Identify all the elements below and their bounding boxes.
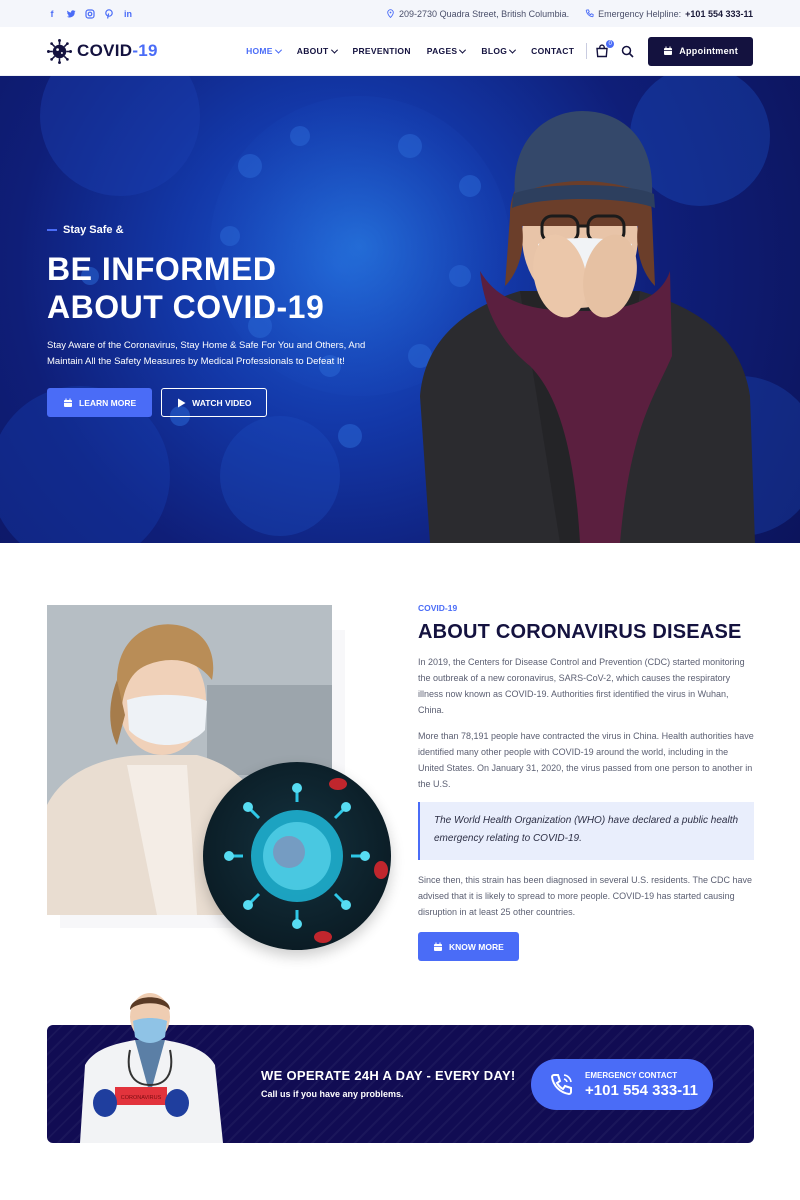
logo-text: COVID: [77, 41, 133, 60]
virus-circle-image: [203, 762, 391, 950]
phone-icon: [585, 9, 594, 18]
nav-item-blog[interactable]: BLOG: [481, 46, 517, 56]
phone-call-icon: [550, 1073, 572, 1095]
nav-item-about[interactable]: ABOUT: [297, 46, 338, 56]
nav-menu: HOME ABOUT PREVENTION PAGES BLOG CONTACT: [246, 46, 574, 56]
contact-info: 209-2730 Quadra Street, British Columbia…: [386, 9, 753, 19]
location-pin-icon: [387, 9, 394, 18]
chevron-down-icon: [509, 46, 517, 54]
cart-button[interactable]: 0: [595, 40, 615, 58]
appointment-button[interactable]: Appointment: [648, 36, 753, 66]
hero-kicker: Stay Safe &: [47, 224, 407, 236]
cart-count-badge: 0: [606, 40, 615, 48]
twitter-icon[interactable]: [66, 9, 76, 19]
sign-text: CORONAVIRUS: [121, 1095, 162, 1101]
kicker-dash: [47, 229, 57, 231]
instagram-icon[interactable]: [85, 8, 95, 19]
about-quote: The World Health Organization (WHO) have…: [418, 802, 754, 860]
helpline-label: Emergency Helpline:: [598, 8, 682, 19]
know-more-label: KNOW MORE: [449, 941, 504, 952]
banner-title: WE OPERATE 24H A DAY - EVERY DAY!: [261, 1068, 516, 1083]
about-paragraph-1: In 2019, the Centers for Disease Control…: [418, 657, 745, 715]
helpline-number[interactable]: +101 554 333-11: [685, 9, 753, 19]
watch-video-button[interactable]: WATCH VIDEO: [161, 388, 268, 417]
chevron-down-icon: [459, 46, 467, 54]
facebook-icon[interactable]: f: [47, 9, 57, 19]
logo-accent: -19: [132, 41, 158, 60]
main-nav: COVID -19 HOME ABOUT PREVENTION PAGES BLO…: [0, 27, 800, 76]
kicker-text: Stay Safe &: [63, 224, 124, 236]
hero-title-line1: BE INFORMED: [47, 251, 277, 287]
know-more-button[interactable]: KNOW MORE: [418, 932, 519, 961]
hero-buttons: LEARN MORE WATCH VIDEO: [47, 388, 407, 417]
calendar-icon: [64, 398, 72, 407]
chevron-down-icon: [330, 46, 338, 54]
virus-logo-icon: [47, 38, 72, 64]
banner-subtitle: Call us if you have any problems.: [261, 1089, 404, 1099]
top-bar: f in 209-2730 Quadra Street, British Col…: [0, 0, 800, 27]
search-icon[interactable]: [621, 45, 634, 58]
learn-more-button[interactable]: LEARN MORE: [47, 388, 153, 417]
linkedin-icon[interactable]: in: [123, 9, 133, 19]
nav-item-contact[interactable]: CONTACT: [531, 46, 574, 56]
calendar-icon: [664, 46, 673, 55]
about-eyebrow: COVID-19: [418, 603, 458, 613]
hero-content: Stay Safe & BE INFORMED ABOUT COVID-19 S…: [47, 224, 407, 417]
nav-divider: [586, 43, 588, 59]
watch-video-label: WATCH VIDEO: [192, 397, 252, 408]
hero-description: Stay Aware of the Coronavirus, Stay Home…: [47, 340, 366, 367]
about-paragraph-2: More than 78,191 people have contracted …: [418, 731, 754, 789]
address-text: 209-2730 Quadra Street, British Columbia…: [399, 8, 570, 19]
chevron-down-icon: [274, 46, 282, 54]
site-logo[interactable]: COVID -19: [47, 38, 158, 64]
banner-text: WE OPERATE 24H A DAY - EVERY DAY! Call u…: [261, 1068, 516, 1099]
appointment-label: Appointment: [679, 46, 738, 56]
hero-title: BE INFORMED ABOUT COVID-19: [47, 250, 407, 326]
calendar-icon: [434, 942, 442, 951]
hero-title-line2: ABOUT COVID-19: [47, 289, 325, 325]
learn-more-label: LEARN MORE: [79, 397, 137, 408]
about-paragraph-3: Since then, this strain has been diagnos…: [418, 875, 753, 917]
doctor-image: CORONAVIRUS: [80, 993, 223, 1143]
about-content: COVID-19 ABOUT CORONAVIRUS DISEASE In 20…: [418, 603, 754, 961]
emergency-number: +101 554 333-11: [585, 1081, 699, 1099]
social-links: f in: [47, 9, 133, 19]
hero-person-image: [420, 111, 755, 543]
play-icon: [178, 398, 186, 407]
about-title: ABOUT CORONAVIRUS DISEASE: [418, 621, 742, 643]
emergency-contact-button[interactable]: EMERGENCY CONTACT +101 554 333-11: [531, 1059, 713, 1110]
nav-item-pages[interactable]: PAGES: [427, 46, 467, 56]
nav-item-home[interactable]: HOME: [246, 46, 282, 56]
emergency-label: EMERGENCY CONTACT: [585, 1070, 678, 1080]
virus-illustration: [224, 778, 388, 943]
pinterest-icon[interactable]: [104, 8, 114, 19]
hero-section: Stay Safe & BE INFORMED ABOUT COVID-19 S…: [0, 76, 800, 543]
nav-item-prevention[interactable]: PREVENTION: [353, 46, 411, 56]
